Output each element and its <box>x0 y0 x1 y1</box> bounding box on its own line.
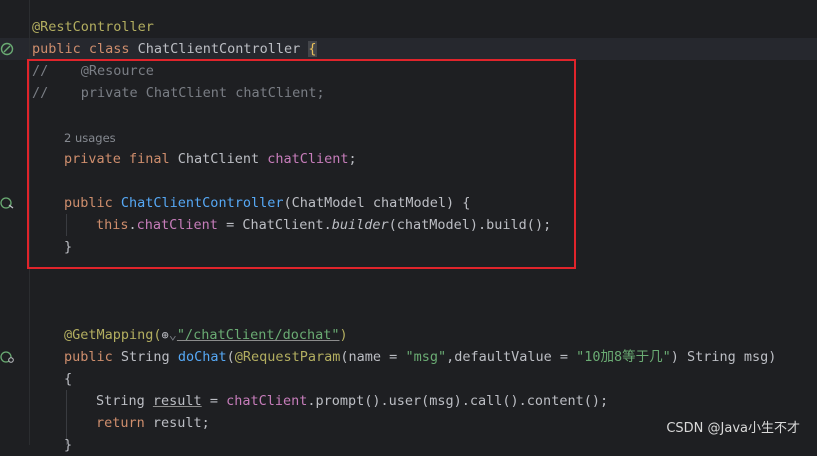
chevron-down-icon[interactable]: ⌄ <box>169 327 177 343</box>
highlight-box <box>27 59 576 269</box>
code-line-method-signature: public String doChat(@RequestParam(name … <box>64 349 777 365</box>
globe-icon[interactable]: ⊕ <box>162 328 169 342</box>
constructor-bean-icon[interactable] <box>0 196 14 210</box>
spring-bean-icon[interactable] <box>0 42 14 56</box>
code-editor[interactable]: @RestController public class ChatClientC… <box>0 0 817 453</box>
code-line-getmapping: @GetMapping(⊕⌄"/chatClient/dochat") <box>64 327 348 343</box>
code-line-open-brace: { <box>64 371 73 387</box>
code-line-method-close: } <box>64 437 73 453</box>
code-line-result: String result = chatClient.prompt().user… <box>96 393 609 409</box>
code-line-1: @RestController <box>32 19 154 35</box>
request-mapping-icon[interactable] <box>0 350 14 364</box>
code-line-2: public class ChatClientController { <box>32 41 317 57</box>
code-line-return: return result; <box>96 415 210 431</box>
watermark: CSDN @Java小生不才 <box>666 421 800 436</box>
